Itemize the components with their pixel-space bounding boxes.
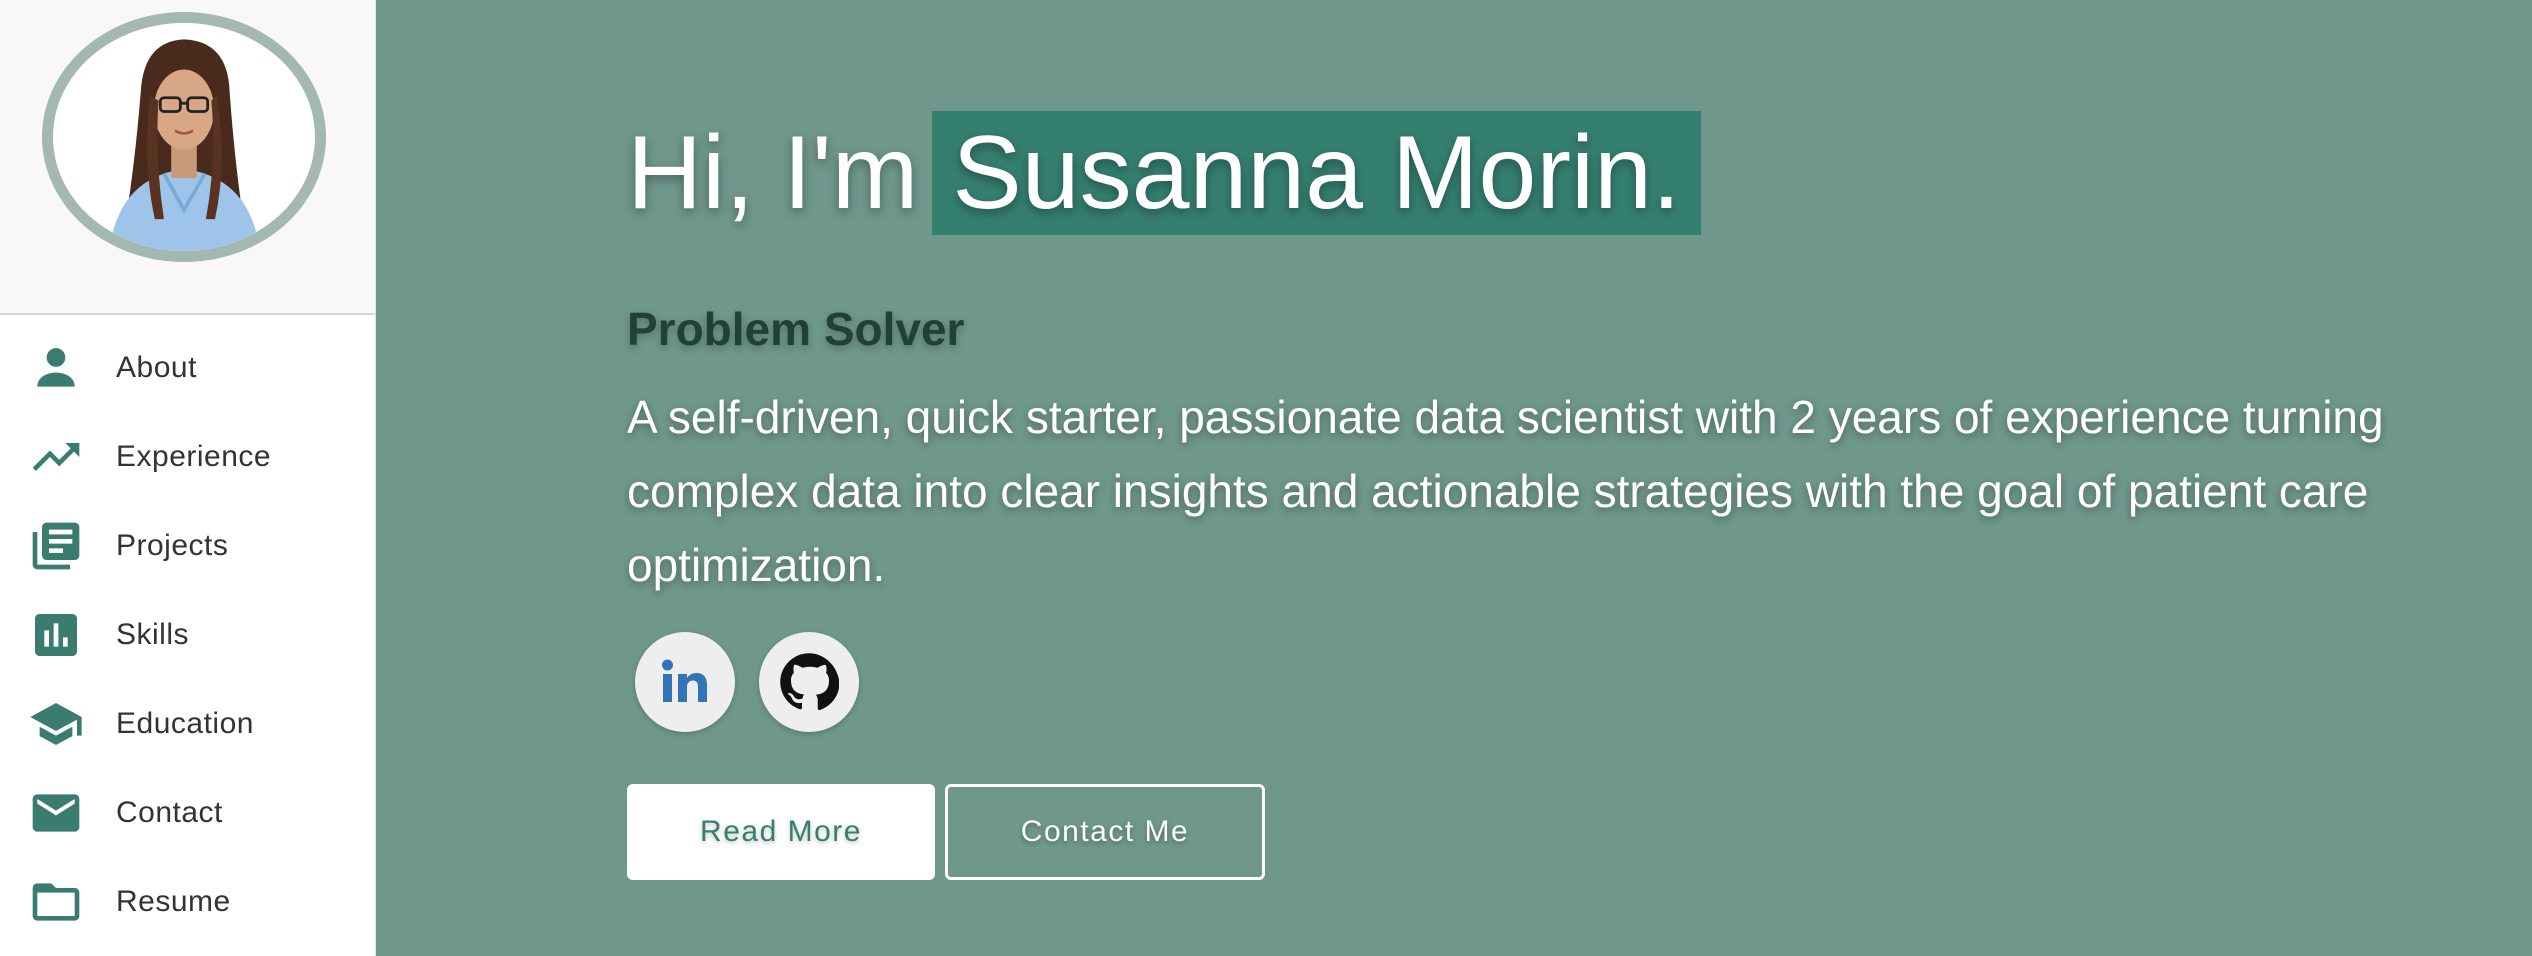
sidebar-item-label: Resume — [116, 884, 231, 918]
sidebar-item-education[interactable]: Education — [0, 679, 375, 768]
bar-chart-icon — [28, 607, 84, 663]
page-title: Hi, I'm Susanna Morin. — [627, 108, 2507, 238]
sidebar-item-label: Skills — [116, 617, 190, 651]
greeting: Hi, I'm — [627, 115, 919, 231]
sidebar-item-label: Experience — [116, 439, 272, 473]
hero-section: Hi, I'm Susanna Morin. Problem Solver A s… — [376, 0, 2532, 956]
bio-text: A self-driven, quick starter, passionate… — [627, 391, 2384, 591]
profile-photo — [54, 23, 314, 251]
sidebar-item-projects[interactable]: Projects — [0, 501, 375, 590]
sidebar-item-about[interactable]: About — [0, 323, 375, 412]
sidebar-nav: About Experience Projects Skills Educati… — [0, 315, 375, 946]
sidebar-item-label: Education — [116, 706, 254, 740]
contact-me-button[interactable]: Contact Me — [945, 784, 1265, 880]
hero-content: Hi, I'm Susanna Morin. Problem Solver A s… — [627, 108, 2507, 880]
name-highlight: Susanna Morin. — [932, 111, 1701, 235]
sidebar-item-label: Contact — [116, 795, 223, 829]
subtitle: Problem Solver — [627, 303, 965, 355]
github-link[interactable] — [759, 632, 859, 732]
sidebar-item-label: Projects — [116, 528, 229, 562]
mail-icon — [28, 785, 84, 841]
trending-up-icon — [28, 429, 84, 485]
social-links — [635, 632, 2507, 732]
avatar — [42, 12, 326, 262]
sidebar-item-resume[interactable]: Resume — [0, 857, 375, 946]
sidebar-item-label: About — [116, 350, 197, 384]
github-icon — [780, 653, 839, 711]
folder-icon — [28, 874, 84, 930]
library-books-icon — [28, 518, 84, 574]
person-icon — [28, 340, 84, 396]
school-icon — [28, 696, 84, 752]
linkedin-link[interactable] — [635, 632, 735, 732]
sidebar-item-experience[interactable]: Experience — [0, 412, 375, 501]
read-more-button[interactable]: Read More — [627, 784, 935, 880]
sidebar-item-contact[interactable]: Contact — [0, 768, 375, 857]
sidebar-item-skills[interactable]: Skills — [0, 590, 375, 679]
linkedin-icon — [662, 659, 707, 702]
avatar-section — [0, 0, 375, 315]
hero-actions: Read More Contact Me — [627, 784, 2507, 880]
sidebar: About Experience Projects Skills Educati… — [0, 0, 376, 956]
